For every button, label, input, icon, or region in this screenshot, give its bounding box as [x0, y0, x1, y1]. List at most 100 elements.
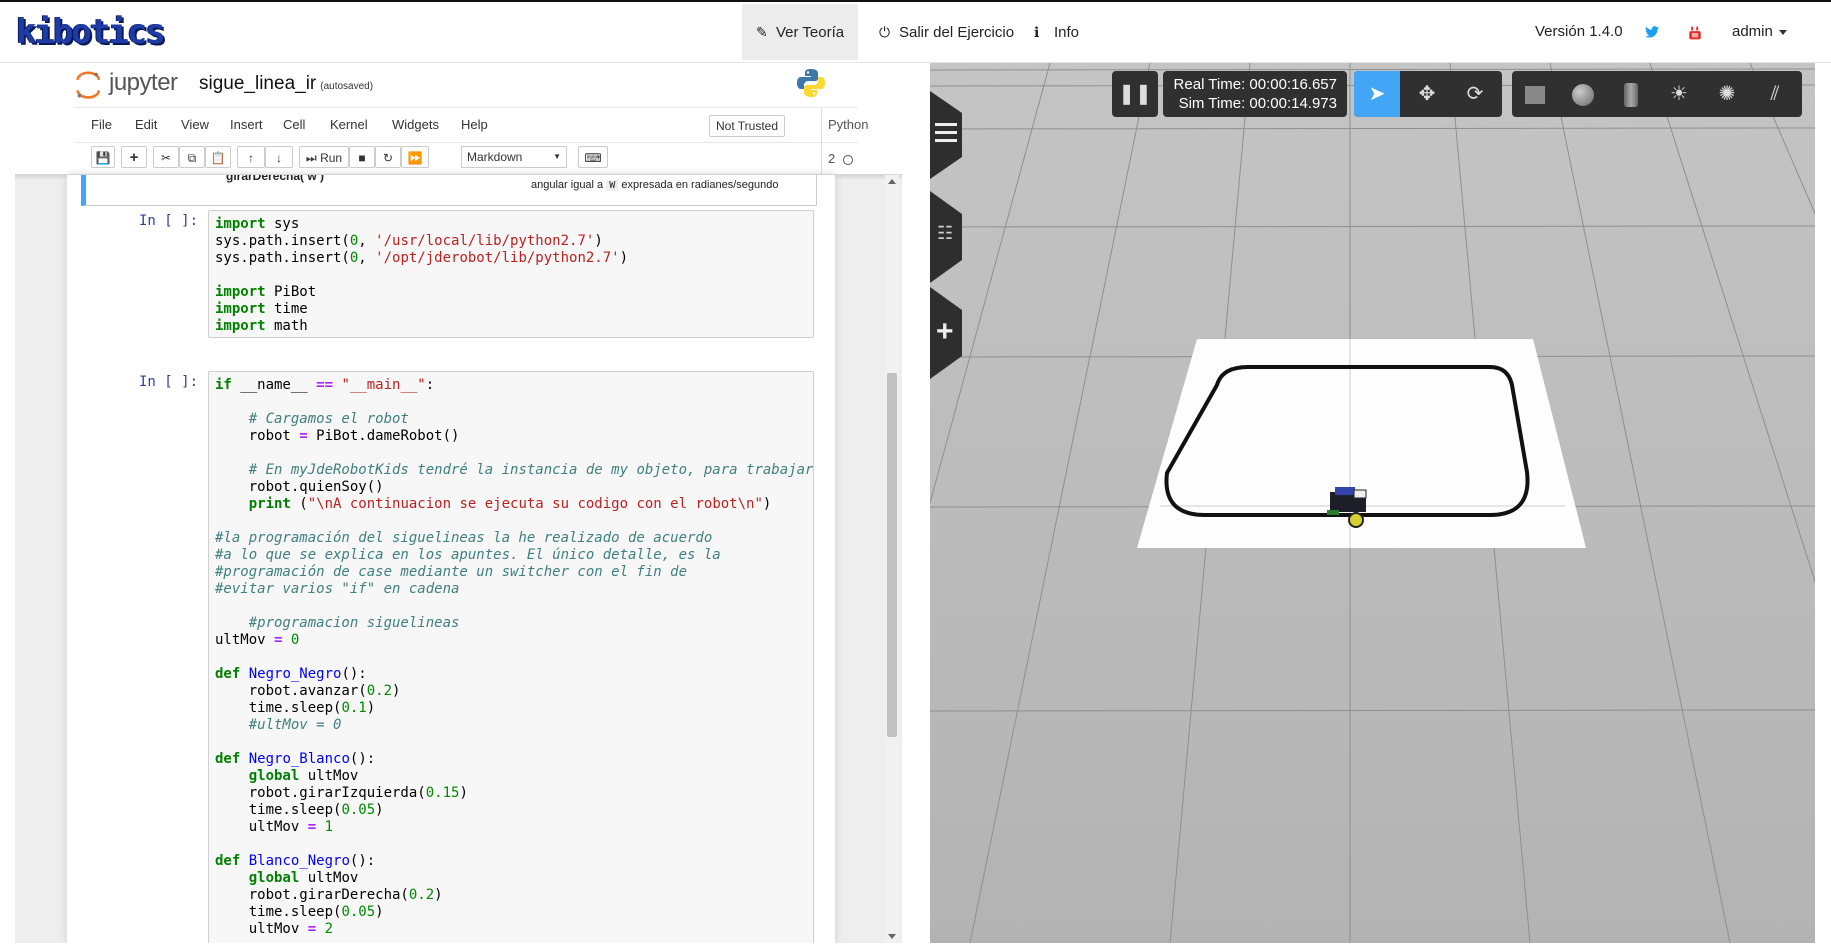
markdown-method-text: girarDerecha( w ) — [226, 175, 325, 183]
simulator-viewport[interactable]: ☷ + ❚❚ Real Time: 00:00:16.657 Sim Time:… — [930, 63, 1815, 943]
floor-grid — [930, 63, 1815, 943]
python-logo-icon — [797, 69, 825, 97]
cut-button[interactable]: ✂ — [153, 146, 179, 168]
interrupt-button[interactable]: ■ — [349, 146, 375, 168]
menu-cell[interactable]: Cell — [283, 108, 305, 142]
pause-icon: ❚❚ — [1118, 83, 1152, 105]
sim-time: Sim Time: 00:00:14.973 — [1178, 95, 1337, 112]
cell-type-select[interactable]: Markdown ▼ — [461, 146, 567, 168]
youtube-icon[interactable] — [1688, 26, 1702, 40]
not-trusted-button[interactable]: Not Trusted — [709, 115, 786, 137]
info-icon: ℹ — [1034, 24, 1040, 40]
tree-icon: ☷ — [937, 223, 954, 243]
pencil-icon: ✎ — [756, 24, 768, 40]
pause-button[interactable]: ❚❚ — [1112, 71, 1158, 117]
plus-icon: + — [129, 149, 139, 166]
menu-edit[interactable]: Edit — [135, 108, 157, 142]
scroll-up-icon[interactable] — [888, 179, 896, 184]
ver-teoria-label: Ver Teoría — [776, 24, 845, 41]
point-light-icon[interactable]: ☀ — [1656, 71, 1702, 117]
command-palette-button[interactable]: ⌨ — [578, 146, 608, 168]
jupyter-logo-icon — [76, 71, 101, 99]
jupyter-brand: jupyter — [109, 69, 178, 96]
notebook-container: girarDerecha( w ) angular igual a W expr… — [67, 175, 835, 943]
stop-icon: ■ — [358, 151, 366, 165]
manipulation-tools: ➤ ✥ ⟳ — [1354, 71, 1502, 117]
md-desc-pre: angular igual a — [531, 179, 604, 191]
md-desc-post: expresada en radianes/segundo — [621, 179, 779, 191]
sphere-shape-icon[interactable] — [1560, 71, 1606, 117]
menu-help[interactable]: Help — [461, 108, 488, 142]
scroll-down-icon[interactable] — [888, 934, 896, 939]
cell-prompt: In [ ]: — [139, 213, 199, 229]
salir-label: Salir del Ejercicio — [899, 24, 1015, 41]
step-forward-icon: ⏭ — [305, 151, 317, 165]
markdown-description: angular igual a W expresada en radianes/… — [531, 179, 779, 191]
plus-icon: + — [936, 315, 954, 348]
insert-cell-button[interactable]: + — [121, 146, 147, 168]
paste-button[interactable]: 📋 — [205, 146, 231, 168]
copy-icon: ⧉ — [187, 151, 197, 165]
run-label: Run — [320, 151, 343, 165]
keyboard-icon: ⌨ — [584, 151, 602, 165]
restart-run-all-button[interactable]: ⏩ — [401, 146, 429, 168]
copy-button[interactable]: ⧉ — [179, 146, 205, 168]
fast-forward-icon: ⏩ — [407, 151, 423, 165]
scissors-icon: ✂ — [160, 151, 172, 165]
hamburger-icon — [935, 123, 957, 126]
kibotics-logo[interactable]: kibotics — [16, 12, 166, 52]
box-shape-icon[interactable] — [1512, 71, 1558, 117]
user-menu[interactable]: admin — [1732, 4, 1787, 60]
move-down-button[interactable]: ↓ — [265, 146, 293, 168]
top-navbar: kibotics ✎ Ver Teoría ⏻ Salir del Ejercici… — [0, 2, 1831, 63]
run-button[interactable]: ⏭ Run — [299, 146, 349, 168]
menu-insert[interactable]: Insert — [230, 108, 263, 142]
menu-widgets[interactable]: Widgets — [392, 108, 439, 142]
menu-kernel[interactable]: Kernel — [330, 108, 368, 142]
cylinder-shape-icon[interactable] — [1608, 71, 1654, 117]
restart-button[interactable]: ↻ — [375, 146, 401, 168]
info-label: Info — [1054, 24, 1080, 41]
twitter-icon[interactable] — [1645, 26, 1659, 38]
save-icon: 💾 — [95, 151, 111, 165]
code-cell[interactable]: import sys sys.path.insert(0, '/usr/loca… — [208, 210, 814, 338]
select-arrow-icon: ▼ — [553, 152, 561, 161]
code-cell-source: import sys sys.path.insert(0, '/usr/loca… — [215, 216, 629, 334]
code-cell[interactable]: if __name__ == "__main__": # Cargamos el… — [208, 371, 814, 943]
select-tool-icon[interactable]: ➤ — [1354, 71, 1400, 117]
user-name: admin — [1732, 23, 1773, 40]
arrow-up-icon: ↑ — [248, 151, 254, 165]
save-button[interactable]: 💾 — [91, 146, 115, 168]
directional-light-icon[interactable]: ⫽ — [1752, 71, 1798, 117]
real-time: Real Time: 00:00:16.657 — [1173, 76, 1337, 93]
menu-file[interactable]: File — [91, 108, 112, 142]
markdown-cell[interactable]: girarDerecha( w ) angular igual a W expr… — [81, 175, 817, 206]
restart-icon: ↻ — [382, 151, 394, 165]
md-desc-code: W — [606, 180, 619, 191]
salir-ejercicio-button[interactable]: ⏻ Salir del Ejercicio — [865, 4, 1028, 60]
jupyter-menubar: File Edit View Insert Cell Kernel Widget… — [75, 107, 868, 176]
version-label: Versión 1.4.0 — [1535, 23, 1623, 40]
notebook-title[interactable]: sigue_linea_ir (autosaved) — [199, 73, 373, 95]
notebook-name: sigue_linea_ir — [199, 73, 317, 94]
time-panel: Real Time: 00:00:16.657 Sim Time: 00:00:… — [1163, 71, 1347, 117]
rotate-tool-icon[interactable]: ⟳ — [1452, 71, 1498, 117]
cell-prompt: In [ ]: — [139, 374, 199, 390]
notebook-scrollbar[interactable] — [885, 175, 899, 943]
code-cell-source: if __name__ == "__main__": # Cargamos el… — [215, 377, 814, 937]
jupyter-toolbar: 💾 + ✂ ⧉ 📋 ↑ ↓ ⏭ Run ■ ↻ ⏩ Markdown ▼ ⌨ — [75, 143, 858, 173]
ver-teoria-button[interactable]: ✎ Ver Teoría — [742, 4, 859, 60]
arrow-down-icon: ↓ — [276, 151, 282, 165]
power-icon: ⏻ — [879, 24, 891, 40]
menu-view[interactable]: View — [181, 108, 209, 142]
jupyter-frame: jupyter sigue_linea_ir (autosaved) File E… — [15, 63, 902, 943]
spot-light-icon[interactable]: ✺ — [1704, 71, 1750, 117]
autosave-status: (autosaved) — [320, 81, 374, 92]
translate-tool-icon[interactable]: ✥ — [1404, 71, 1450, 117]
insert-shapes-tools: ☀ ✺ ⫽ — [1512, 71, 1802, 117]
paste-icon: 📋 — [210, 151, 226, 165]
logo-text: kibotics — [16, 12, 166, 52]
move-up-button[interactable]: ↑ — [237, 146, 265, 168]
scrollbar-thumb[interactable] — [887, 373, 897, 737]
info-button[interactable]: ℹ Info — [1020, 4, 1093, 60]
